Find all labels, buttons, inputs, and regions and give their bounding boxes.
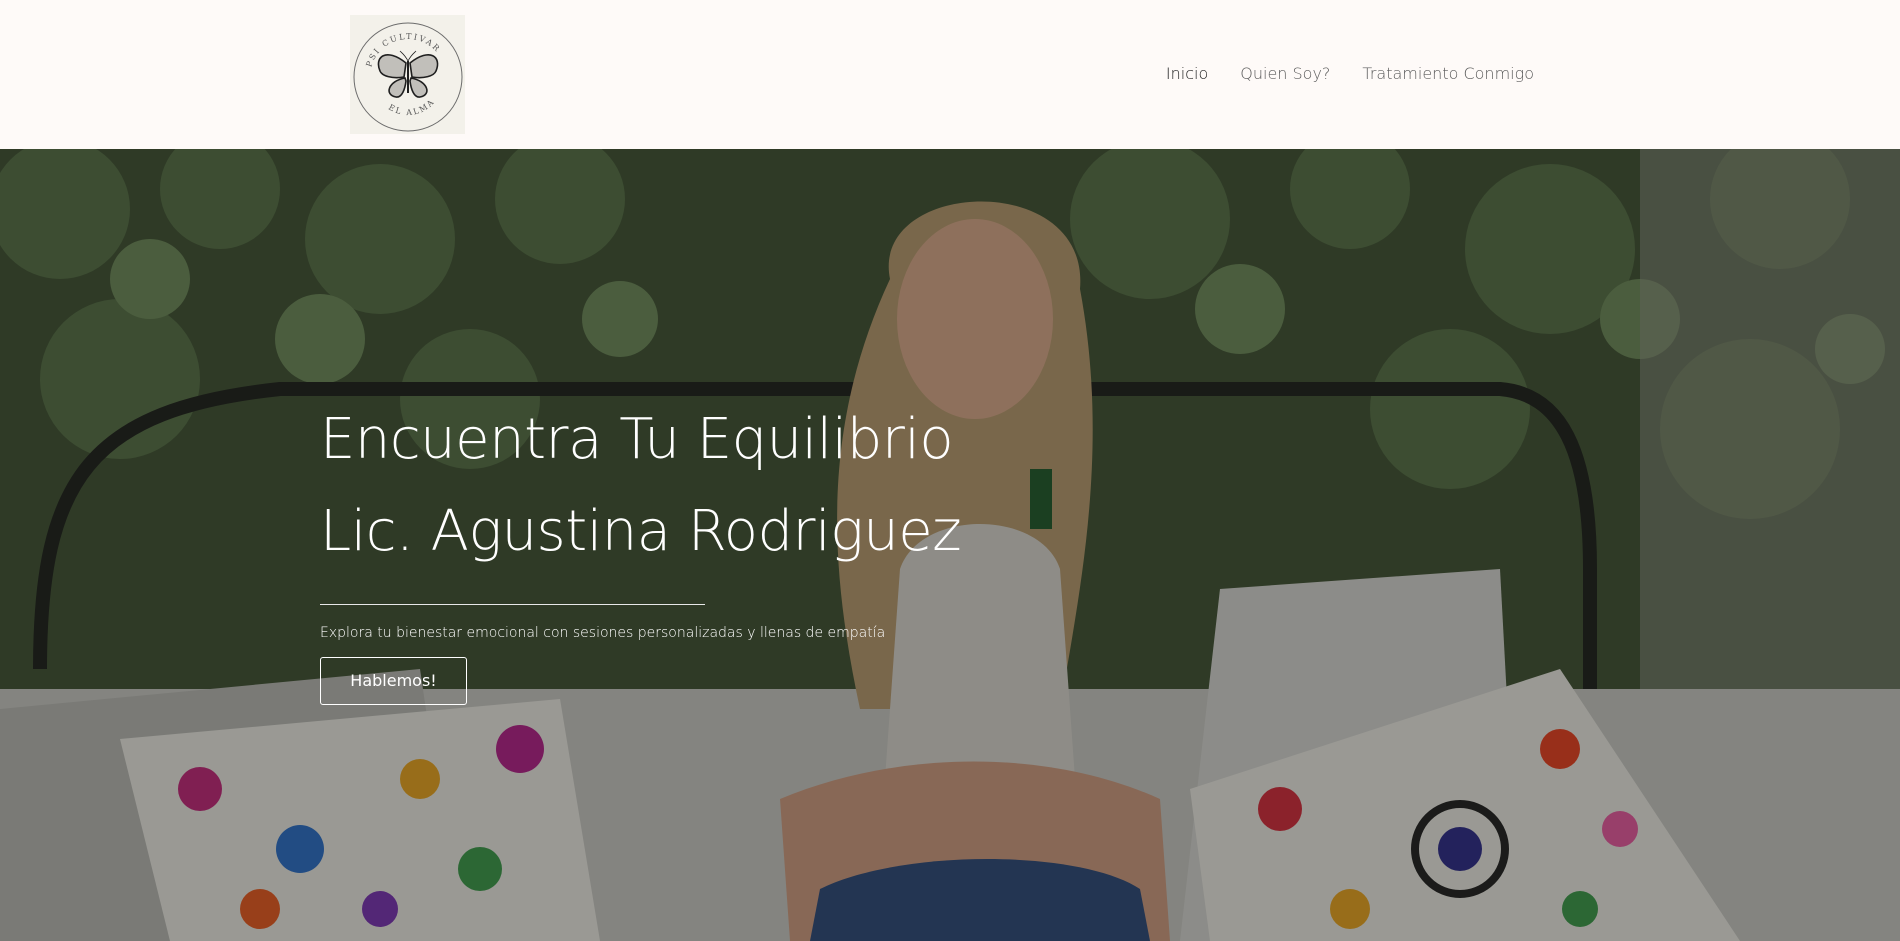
hero-title: Encuentra Tu Equilibrio Lic. Agustina Ro… bbox=[320, 394, 1120, 578]
hablemos-button[interactable]: Hablemos! bbox=[320, 657, 467, 705]
nav-tratamiento-conmigo[interactable]: Tratamiento Conmigo bbox=[1362, 64, 1534, 83]
hero-content: Encuentra Tu Equilibrio Lic. Agustina Ro… bbox=[320, 394, 1120, 705]
logo-bottom-text: EL ALMA bbox=[387, 97, 435, 117]
hero-subtitle: Explora tu bienestar emocional con sesio… bbox=[320, 625, 886, 641]
nav-inicio[interactable]: Inicio bbox=[1166, 64, 1208, 83]
hero-title-line2: Lic. Agustina Rodriguez bbox=[320, 499, 962, 564]
main-nav: Inicio Quien Soy? Tratamiento Conmigo bbox=[1166, 60, 1534, 86]
hero-divider bbox=[320, 604, 705, 605]
site-logo[interactable]: PSI CULTIVAR EL ALMA bbox=[350, 15, 465, 134]
svg-text:EL ALMA: EL ALMA bbox=[387, 97, 437, 117]
hero-section: Encuentra Tu Equilibrio Lic. Agustina Ro… bbox=[0, 149, 1900, 941]
butterfly-icon: PSI CULTIVAR EL ALMA bbox=[353, 22, 463, 132]
nav-quien-soy[interactable]: Quien Soy? bbox=[1240, 64, 1330, 83]
site-header: PSI CULTIVAR EL ALMA Inicio Quien Soy? T… bbox=[0, 0, 1900, 149]
hero-title-line1: Encuentra Tu Equilibrio bbox=[320, 407, 954, 472]
